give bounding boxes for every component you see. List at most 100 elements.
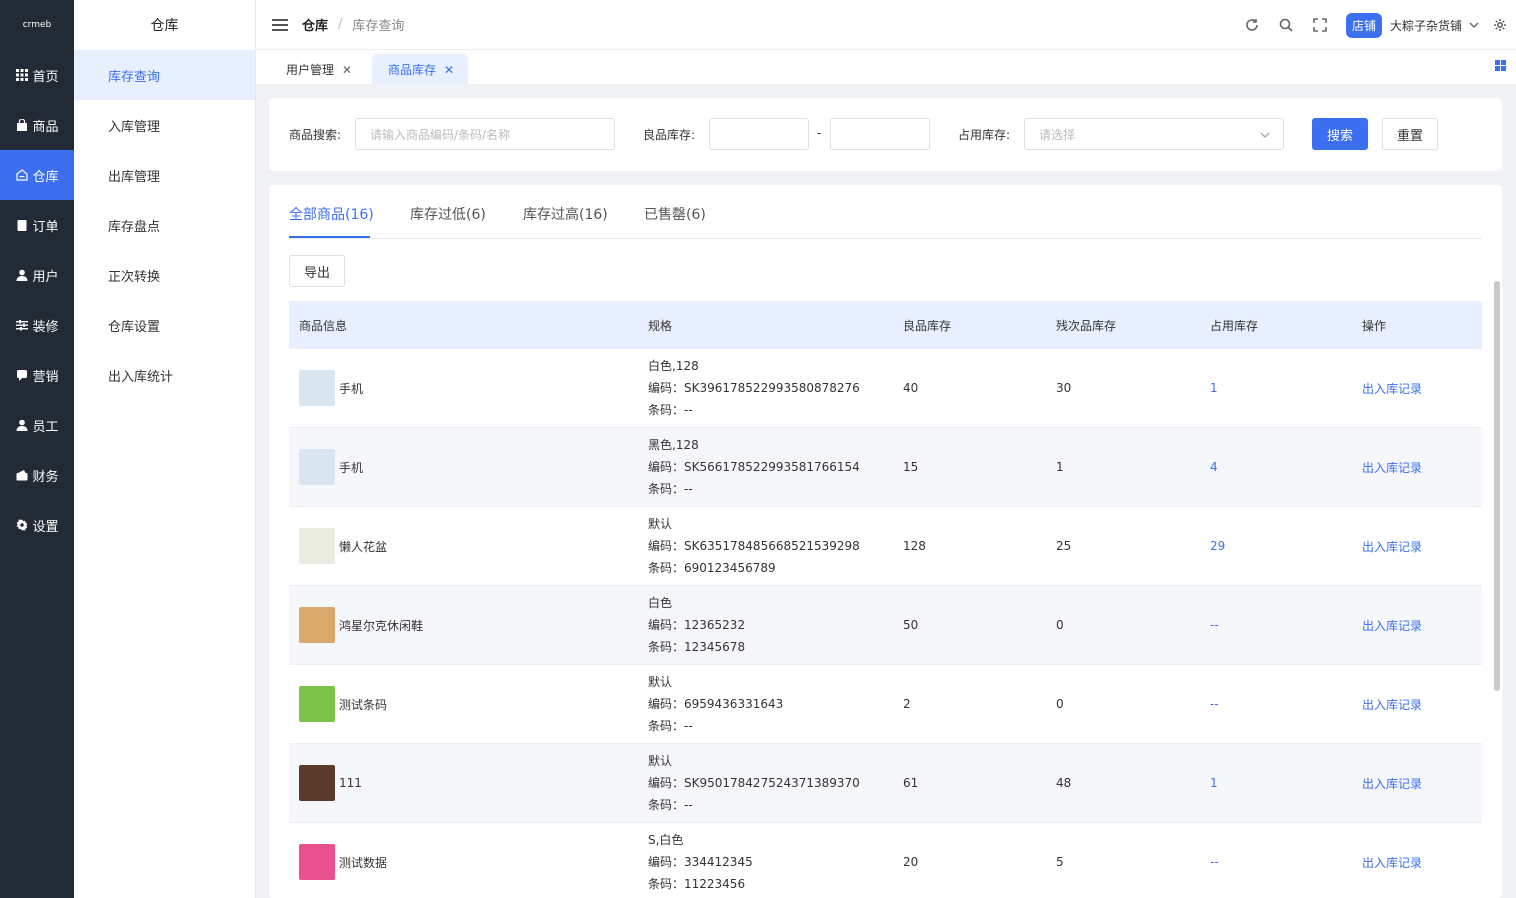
rail-item-finance[interactable]: 财务 (0, 450, 74, 500)
product-thumbnail (299, 528, 335, 564)
spec-code: 编码：SK396178522993580878276 (648, 381, 860, 395)
spec-barcode: 条码：11223456 (648, 877, 746, 891)
spec-barcode: 条码：-- (648, 798, 693, 812)
io-records-link[interactable]: 出入库记录 (1362, 380, 1482, 397)
shop-name[interactable]: 大粽子杂货铺 (1390, 17, 1462, 34)
spec-code: 编码：SK566178522993581766154 (648, 460, 860, 474)
product-name: 111 (339, 776, 362, 790)
io-records-link[interactable]: 出入库记录 (1362, 696, 1482, 713)
chevron-down-icon[interactable] (1466, 17, 1482, 33)
wallet-icon (15, 468, 29, 482)
submenu-item-stock-query[interactable]: 库存查询 (74, 50, 255, 100)
rail-item-label: 营销 (32, 369, 59, 385)
product-name: 测试条码 (339, 697, 388, 712)
spec-barcode: 条码：-- (648, 719, 693, 733)
occupied-stock-link[interactable]: -- (1210, 618, 1362, 632)
rail-item-label: 订单 (32, 219, 59, 235)
product-cell: 手机 (289, 449, 648, 485)
rail-item-marketing[interactable]: 营销 (0, 350, 74, 400)
breadcrumb-item[interactable]: 仓库 (302, 15, 328, 34)
col-header-defective-stock: 残次品库存 (1056, 318, 1117, 333)
col-header-actions: 操作 (1362, 318, 1387, 333)
menu-toggle-icon[interactable] (272, 18, 288, 31)
tab-high-stock[interactable]: 库存过高(16) (523, 204, 608, 224)
export-button[interactable]: 导出 (289, 255, 345, 287)
search-button[interactable]: 搜索 (1312, 118, 1368, 150)
tab-sold-out[interactable]: 已售罄(6) (644, 204, 706, 224)
view-tab-label: 商品库存 (388, 63, 437, 77)
product-cell: 手机 (289, 370, 648, 406)
select-placeholder: 请选择 (1039, 127, 1076, 142)
io-records-link[interactable]: 出入库记录 (1362, 775, 1482, 792)
occupied-stock-link[interactable]: 4 (1210, 460, 1362, 474)
tab-low-stock[interactable]: 库存过低(6) (410, 204, 486, 224)
submenu-item-warehouse-settings[interactable]: 仓库设置 (74, 300, 255, 350)
spec-barcode: 条码：12345678 (648, 640, 746, 654)
io-records-link[interactable]: 出入库记录 (1362, 854, 1482, 871)
submenu-item-stocktake[interactable]: 库存盘点 (74, 200, 255, 250)
product-search-input[interactable]: 请输入商品编码/条码/名称 (355, 118, 615, 150)
product-cell: 测试数据 (289, 844, 648, 880)
col-header-spec: 规格 (648, 318, 673, 333)
submenu-item-outbound[interactable]: 出库管理 (74, 150, 255, 200)
rail-item-label: 用户 (32, 269, 59, 285)
chat-icon (15, 368, 29, 382)
shop-badge[interactable]: 店铺 (1345, 12, 1382, 38)
breadcrumb: 仓库 / 库存查询 (302, 15, 404, 34)
search-icon[interactable] (1278, 17, 1294, 33)
occupied-stock-select[interactable]: 请选择 (1024, 118, 1284, 150)
close-icon[interactable]: ✕ (342, 63, 352, 77)
good-stock-value: 50 (903, 618, 919, 632)
reset-button[interactable]: 重置 (1382, 118, 1438, 150)
occupied-stock-link[interactable]: 1 (1210, 776, 1362, 790)
product-cell: 懒人花盆 (289, 528, 648, 564)
rail-item-settings[interactable]: 设置 (0, 500, 74, 550)
scrollbar[interactable] (1494, 281, 1500, 691)
rail-item-label: 商品 (32, 119, 59, 135)
person-icon (15, 418, 29, 432)
occupied-stock-link[interactable]: 1 (1210, 381, 1362, 395)
product-name: 懒人花盆 (339, 539, 388, 554)
good-stock-value: 40 (903, 381, 919, 395)
occupied-stock-link[interactable]: -- (1210, 697, 1362, 711)
good-stock-value: 2 (903, 697, 911, 711)
io-records-link[interactable]: 出入库记录 (1362, 538, 1482, 555)
refresh-icon[interactable] (1244, 17, 1260, 33)
rail-item-label: 财务 (32, 469, 59, 485)
fullscreen-icon[interactable] (1312, 17, 1328, 33)
rail-item-staff[interactable]: 员工 (0, 400, 74, 450)
occupied-stock-link[interactable]: 29 (1210, 539, 1362, 553)
defective-stock-value: 5 (1056, 855, 1064, 869)
rail-item-label: 首页 (32, 69, 59, 85)
io-records-link[interactable]: 出入库记录 (1362, 459, 1482, 476)
defective-stock-value: 48 (1056, 776, 1072, 790)
occupied-stock-link[interactable]: -- (1210, 855, 1362, 869)
rail-item-warehouse[interactable]: 仓库 (0, 150, 74, 200)
rail-item-products[interactable]: 商品 (0, 100, 74, 150)
good-stock-value: 15 (903, 460, 919, 474)
submenu-item-io-stats[interactable]: 出入库统计 (74, 350, 255, 400)
good-stock-min-input[interactable] (709, 118, 809, 150)
gear-icon[interactable] (1492, 17, 1508, 33)
good-stock-value: 61 (903, 776, 919, 790)
view-tab-product-stock[interactable]: 商品库存 ✕ (372, 54, 469, 85)
close-icon[interactable]: ✕ (444, 63, 454, 77)
io-records-link[interactable]: 出入库记录 (1362, 617, 1482, 634)
rail-item-orders[interactable]: 订单 (0, 200, 74, 250)
rail-item-home[interactable]: 首页 (0, 50, 74, 100)
tabs-menu-icon[interactable] (1495, 60, 1506, 71)
submenu-item-inbound[interactable]: 入库管理 (74, 100, 255, 150)
product-search-label: 商品搜索: (289, 128, 342, 142)
submenu-title: 仓库 (150, 18, 179, 34)
col-header-product: 商品信息 (299, 318, 348, 333)
view-tab-user-management[interactable]: 用户管理 ✕ (256, 54, 366, 85)
rail-item-users[interactable]: 用户 (0, 250, 74, 300)
secondary-menu: 仓库 库存查询 入库管理 出库管理 库存盘点 正次转换 仓库设置 出入库统计 (74, 0, 256, 898)
tab-all-products[interactable]: 全部商品(16) (289, 204, 374, 224)
table-row: 手机 黑色,128 编码：SK566178522993581766154 条码：… (289, 428, 1482, 507)
good-stock-max-input[interactable] (830, 118, 930, 150)
spec-code: 编码：6959436331643 (648, 697, 784, 711)
product-cell: 测试条码 (289, 686, 648, 722)
rail-item-decoration[interactable]: 装修 (0, 300, 74, 350)
submenu-item-conversion[interactable]: 正次转换 (74, 250, 255, 300)
